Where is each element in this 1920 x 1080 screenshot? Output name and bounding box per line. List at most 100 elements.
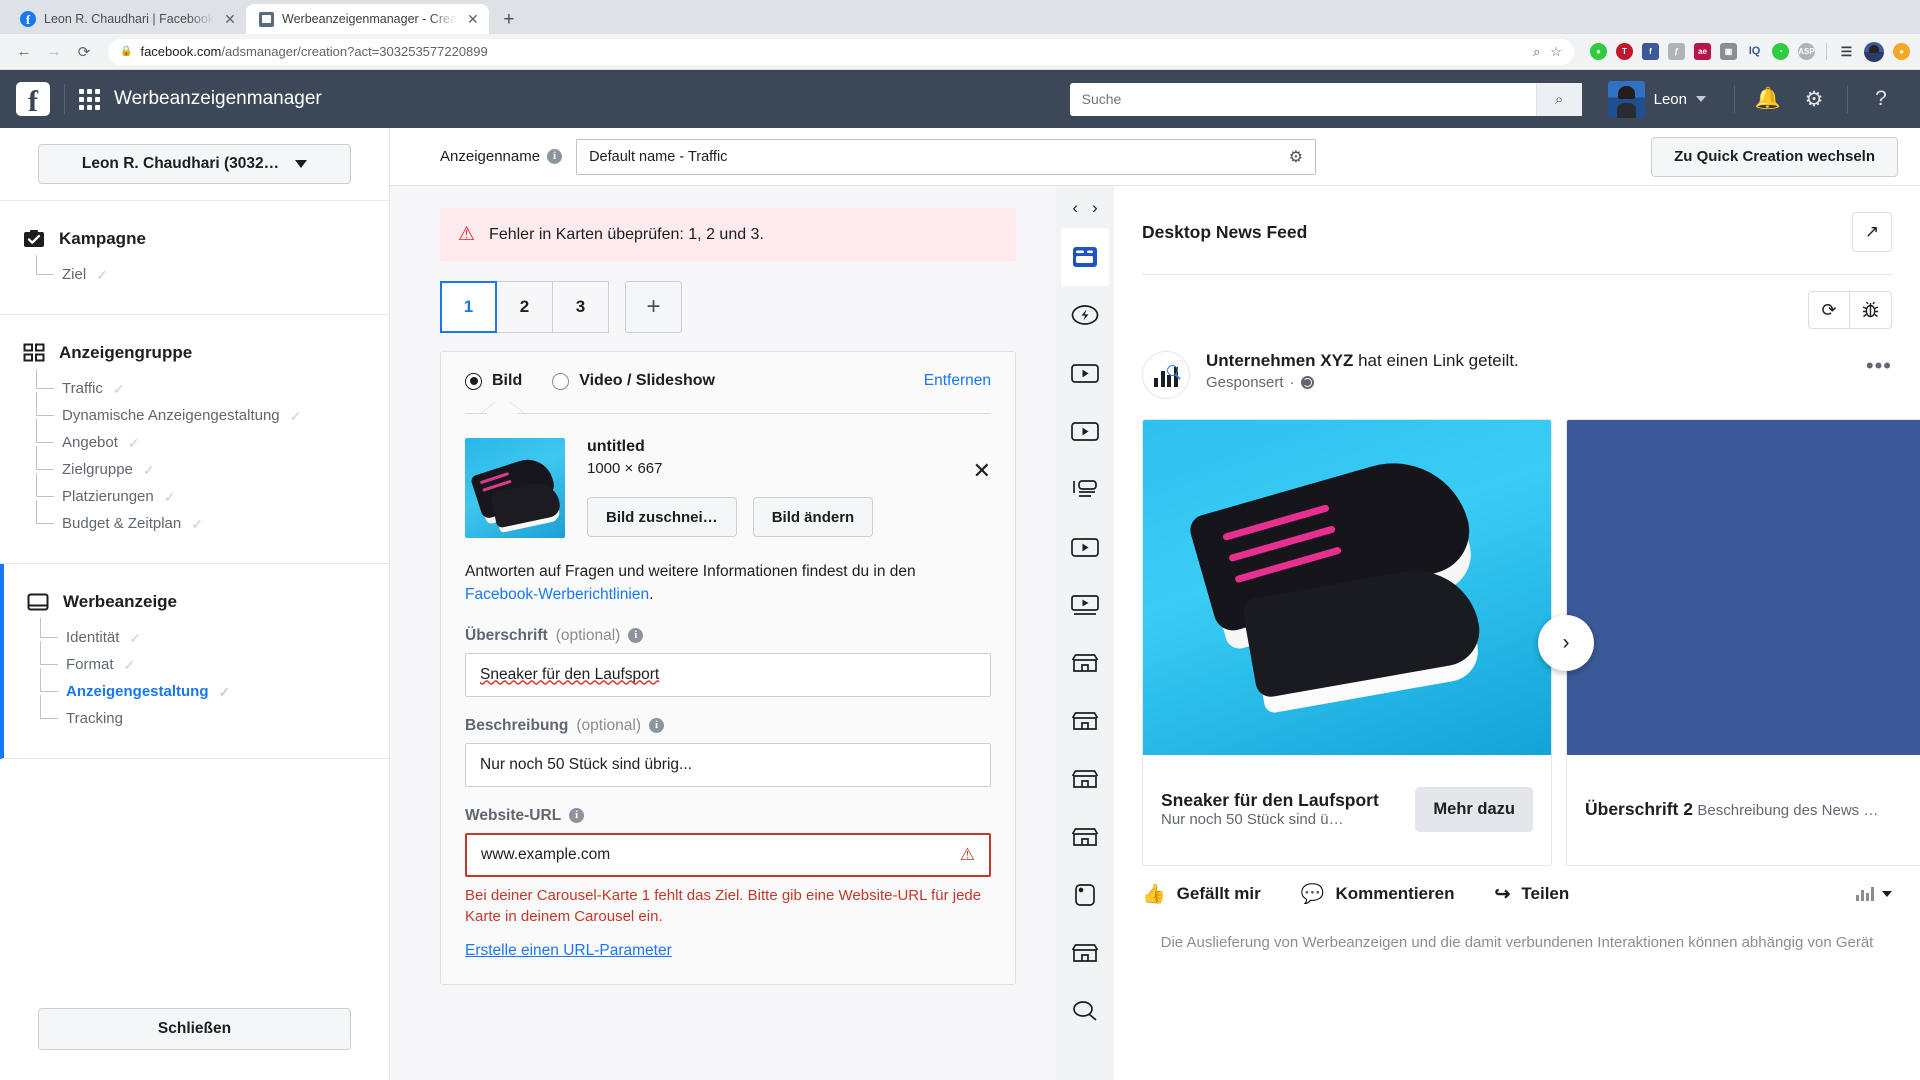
account-selector[interactable]: Leon R. Chaudhari (3032… — [38, 144, 351, 184]
iq-ext-icon[interactable]: IQ — [1746, 43, 1763, 60]
info-icon[interactable]: i — [547, 149, 563, 164]
policy-link[interactable]: Facebook-Werberichtlinien — [465, 586, 649, 603]
orange-ext-icon[interactable]: ● — [1893, 43, 1910, 60]
placement-video-player[interactable] — [1061, 518, 1109, 576]
new-tab-button[interactable]: + — [495, 5, 523, 33]
search-input[interactable] — [1069, 82, 1536, 116]
sidebar-item-dynamische-anzeigengestaltung[interactable]: Dynamische Anzeigengestaltung ✓ — [34, 392, 389, 429]
placement-in-stream-video[interactable] — [1061, 344, 1109, 402]
remove-card-link[interactable]: Entfernen — [924, 372, 991, 390]
browser-tab-2[interactable]: Werbeanzeigenmanager - Crea ✕ — [246, 4, 489, 34]
sidebar-item-budget-zeitplan[interactable]: Budget & Zeitplan ✓ — [34, 500, 389, 537]
global-search[interactable]: ⌕ — [1069, 82, 1582, 116]
chevron-left-icon[interactable]: ‹ — [1072, 198, 1078, 218]
placement-video-feed[interactable] — [1061, 402, 1109, 460]
green-shield-ext-icon[interactable]: ● — [1590, 43, 1607, 60]
asp-ext-icon[interactable]: ASP — [1798, 43, 1815, 60]
forward-icon[interactable]: → — [40, 38, 68, 66]
add-card-button[interactable]: + — [625, 281, 682, 333]
close-x-icon[interactable]: ✕ — [973, 438, 991, 482]
info-icon[interactable]: i — [569, 808, 585, 823]
create-url-parameter-link[interactable]: Erstelle einen URL-Parameter — [465, 942, 991, 960]
address-bar[interactable]: 🔒 facebook.com/adsmanager/creation?act=3… — [108, 38, 1574, 65]
bell-icon[interactable]: 🔔 — [1745, 79, 1791, 119]
ad-name-field[interactable]: ⚙ — [576, 138, 1317, 175]
change-image-button[interactable]: Bild ändern — [752, 497, 874, 537]
placement-right-column[interactable] — [1061, 460, 1109, 518]
ad-name-input[interactable] — [589, 148, 1289, 165]
sidebar-item-traffic[interactable]: Traffic ✓ — [34, 369, 389, 402]
search-icon[interactable]: ⌕ — [1533, 44, 1540, 60]
placement-marketplace-4[interactable] — [1061, 808, 1109, 866]
facebook-ext-icon[interactable]: f — [1642, 43, 1659, 60]
placement-desktop-feed[interactable] — [1061, 228, 1109, 286]
media-type-video-slideshow[interactable]: Video / Slideshow — [552, 372, 715, 390]
placement-marketplace-3[interactable] — [1061, 750, 1109, 808]
sidebar-item-anzeigengestaltung[interactable]: Anzeigengestaltung ✓ — [38, 668, 389, 705]
close-icon[interactable]: ✕ — [222, 11, 238, 27]
sidebar-item-platzierungen[interactable]: Platzierungen ✓ — [34, 473, 389, 510]
sidebar-item-identitat[interactable]: Identität ✓ — [38, 618, 389, 651]
bug-icon[interactable] — [1850, 291, 1892, 329]
carousel-next-icon[interactable]: › — [1538, 614, 1594, 671]
crop-image-button[interactable]: Bild zuschnei… — [587, 497, 737, 537]
profile-ext-icon[interactable] — [1864, 41, 1884, 62]
sidebar-item-ziel[interactable]: Ziel ✓ — [34, 255, 389, 288]
placement-search-results[interactable] — [1061, 982, 1109, 1040]
carousel-card-2[interactable]: Überschrift 2 Beschreibung des News … — [1566, 419, 1920, 866]
card-tab-2[interactable]: 2 — [496, 281, 553, 333]
browser-tab-1[interactable]: f Leon R. Chaudhari | Facebook ✕ — [8, 4, 247, 34]
sidebar-item-angebot[interactable]: Angebot ✓ — [34, 419, 389, 456]
placement-marketplace-1[interactable] — [1061, 634, 1109, 692]
placement-marketplace-5[interactable] — [1061, 924, 1109, 982]
gear-icon[interactable]: ⚙ — [1791, 79, 1837, 119]
pocket-ext-icon[interactable]: ▣ — [1720, 43, 1737, 60]
sidebar-section-kampagne[interactable]: Kampagne Ziel ✓ — [0, 201, 389, 315]
facebook-logo[interactable]: f — [16, 82, 50, 116]
bookmark-star-icon[interactable]: ☆ — [1550, 44, 1562, 60]
description-field[interactable]: Nur noch 50 Stück sind übrig... — [465, 742, 991, 787]
chevron-right-icon[interactable]: › — [1092, 198, 1098, 218]
tab-red-ext-icon[interactable]: T — [1616, 43, 1633, 60]
ae-ext-icon[interactable]: ae — [1694, 43, 1711, 60]
reload-icon[interactable]: ⟳ — [70, 38, 98, 66]
like-button[interactable]: 👍 Gefällt mir — [1142, 882, 1261, 906]
refresh-icon[interactable]: ⟳ — [1808, 291, 1850, 329]
apps-grid-icon[interactable] — [79, 88, 100, 110]
info-icon[interactable]: i — [628, 628, 644, 643]
media-thumbnail[interactable] — [465, 438, 565, 538]
close-icon[interactable]: ✕ — [465, 11, 481, 27]
sidebar-item-format[interactable]: Format ✓ — [38, 641, 389, 678]
info-icon[interactable]: i — [648, 718, 664, 733]
more-options-icon[interactable]: ••• — [1866, 351, 1892, 377]
chevron-down-icon[interactable] — [1696, 96, 1706, 102]
sidebar-section-anzeigengruppe[interactable]: Anzeigengruppe Traffic ✓ Dynamische Anze… — [0, 315, 389, 564]
off-ext-icon[interactable]: ◔ — [1772, 43, 1789, 60]
placement-marketplace-2[interactable] — [1061, 692, 1109, 750]
media-type-bild[interactable]: Bild — [465, 372, 522, 390]
close-button[interactable]: Schließen — [38, 1008, 351, 1050]
placement-stories[interactable] — [1061, 866, 1109, 924]
card-tab-3[interactable]: 3 — [552, 281, 609, 333]
grey-ext-icon[interactable]: ƒ — [1668, 43, 1685, 60]
back-icon[interactable]: ← — [10, 38, 38, 66]
comment-button[interactable]: 💬 Kommentieren — [1301, 882, 1455, 906]
insights-control[interactable] — [1856, 887, 1892, 901]
placement-video-banner[interactable] — [1061, 576, 1109, 634]
list-ext-icon[interactable]: ☰ — [1838, 43, 1855, 60]
sidebar-item-zielgruppe[interactable]: Zielgruppe ✓ — [34, 446, 389, 483]
headline-field[interactable]: Sneaker für den Laufsport — [465, 652, 991, 697]
user-menu[interactable]: Leon — [1607, 80, 1706, 118]
search-icon[interactable]: ⌕ — [1535, 82, 1582, 116]
website-url-field[interactable]: www.example.com ⚠ — [465, 832, 991, 877]
carousel-card-1[interactable]: Sneaker für den Laufsport Nur noch 50 St… — [1142, 419, 1552, 866]
card-tab-1[interactable]: 1 — [440, 281, 497, 333]
question-mark-icon[interactable]: ? — [1858, 79, 1904, 119]
sidebar-item-tracking[interactable]: Tracking — [38, 695, 389, 732]
placement-instant-article[interactable] — [1061, 286, 1109, 344]
sidebar-section-werbeanzeige[interactable]: Werbeanzeige Identität ✓ Format ✓ Anzeig… — [0, 564, 389, 759]
gear-icon[interactable]: ⚙ — [1289, 147, 1303, 167]
share-button[interactable]: ↪ Teilen — [1494, 883, 1569, 906]
quick-creation-button[interactable]: Zu Quick Creation wechseln — [1651, 136, 1898, 177]
card-cta-button[interactable]: Mehr dazu — [1415, 786, 1533, 832]
